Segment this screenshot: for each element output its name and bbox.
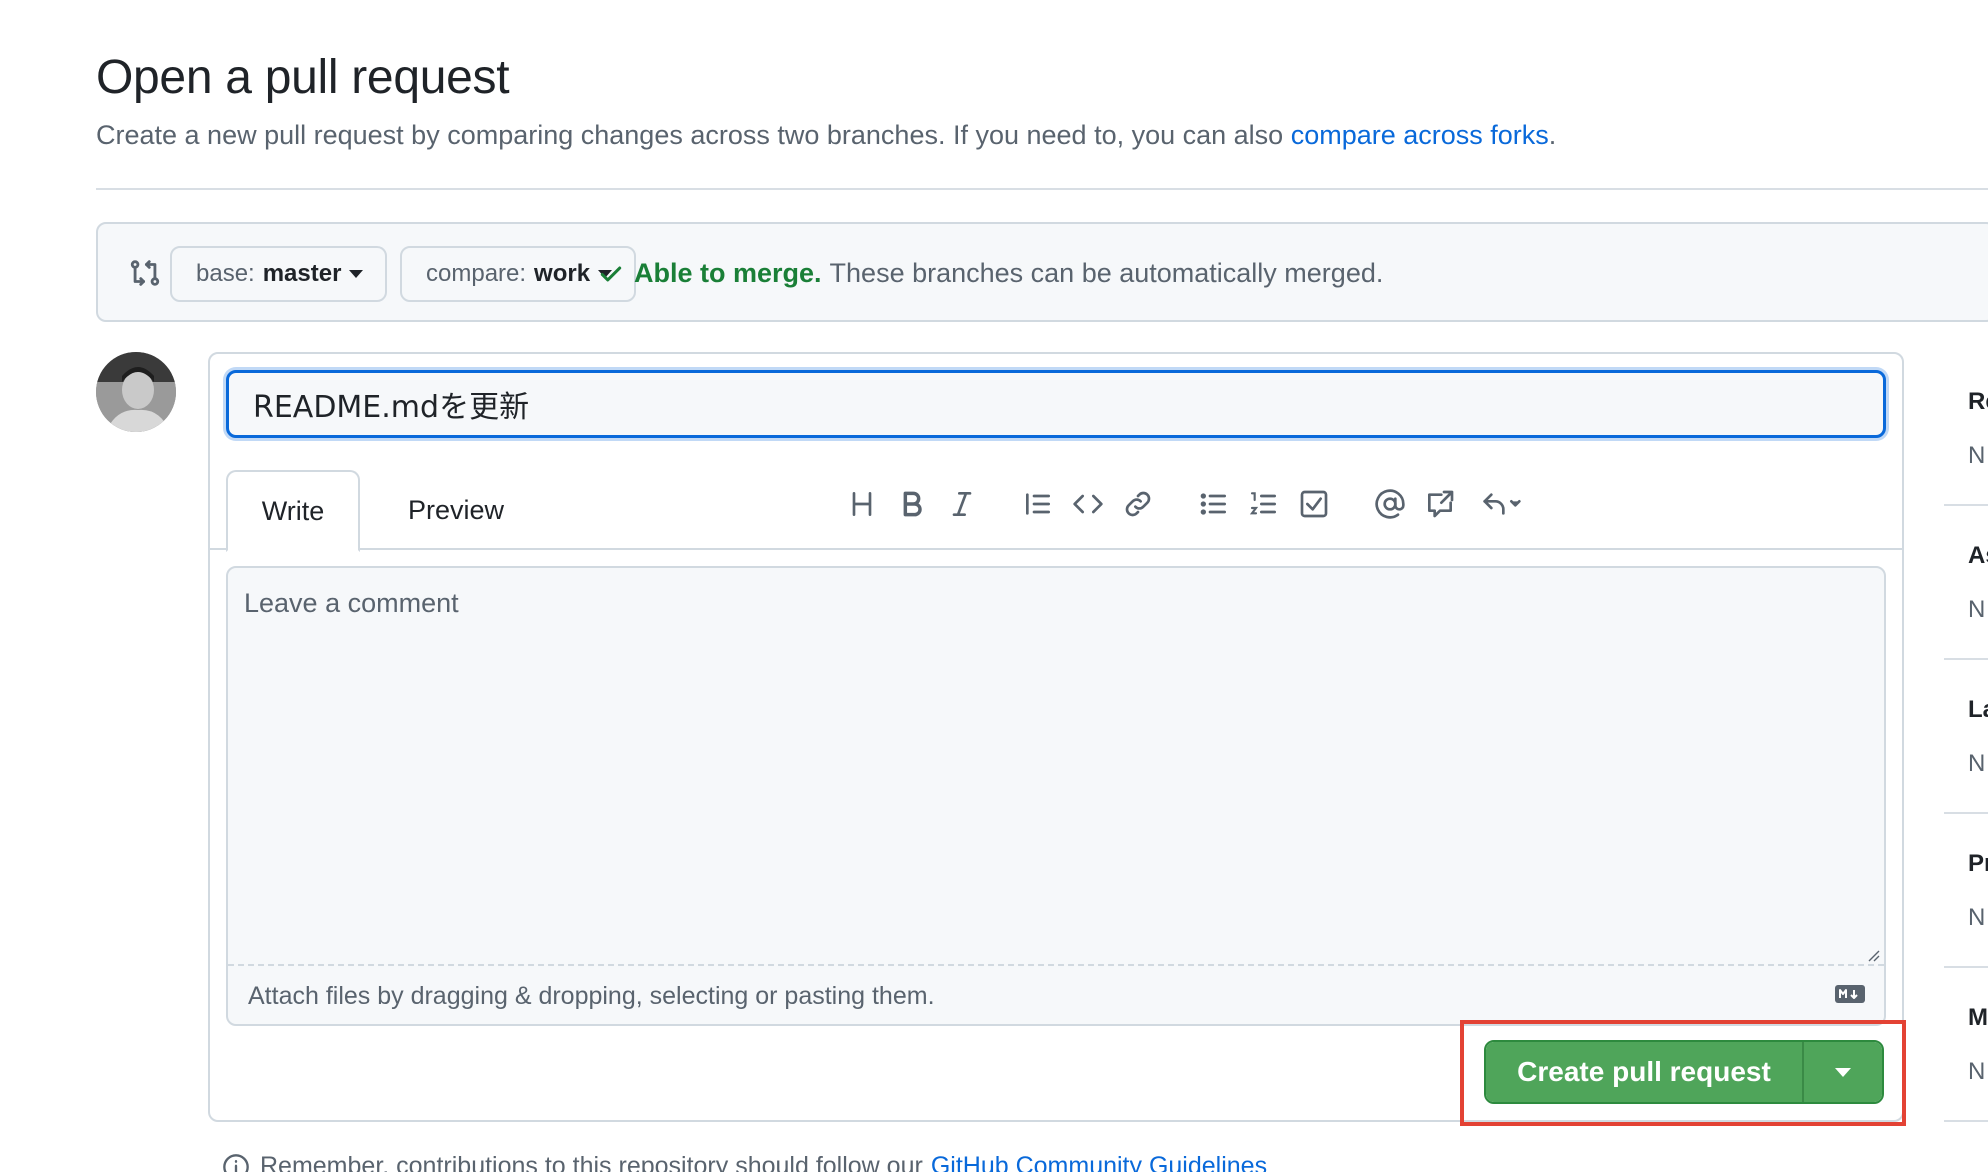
create-pr-options-button[interactable]: [1804, 1042, 1882, 1102]
sidebar-assignees-value: N: [1968, 596, 1986, 623]
tab-preview[interactable]: Preview: [386, 470, 526, 550]
base-branch-select[interactable]: base: master: [170, 246, 388, 302]
heading-icon[interactable]: [842, 484, 882, 524]
merge-status: Able to merge. These branches can be aut…: [598, 258, 1383, 289]
subtitle-text: Create a new pull request by comparing c…: [96, 120, 1291, 150]
subtitle-end: .: [1548, 120, 1557, 150]
page-subtitle: Create a new pull request by comparing c…: [96, 120, 1556, 151]
compare-across-forks-link[interactable]: compare across forks: [1291, 120, 1549, 150]
editor-tabs: Write Preview: [210, 470, 1902, 552]
create-pr-button-group: Create pull request: [1484, 1040, 1884, 1104]
compare-bar: base: master compare: work Able to merge…: [96, 222, 1988, 322]
community-guidelines-link[interactable]: GitHub Community Guidelines: [931, 1152, 1267, 1172]
sidebar-reviewers-value: N: [1968, 442, 1986, 469]
base-value: master: [262, 260, 342, 287]
bold-icon[interactable]: [892, 484, 932, 524]
link-icon[interactable]: [1118, 484, 1158, 524]
sidebar-divider: [1944, 812, 1988, 814]
mention-icon[interactable]: [1370, 484, 1410, 524]
sidebar-projects-heading[interactable]: Pr: [1968, 850, 1988, 878]
sidebar-reviewers-heading[interactable]: Re: [1968, 388, 1988, 416]
tab-write[interactable]: Write: [226, 470, 360, 552]
markdown-icon: [1835, 985, 1865, 1003]
sidebar-assignees-heading[interactable]: As: [1968, 542, 1988, 570]
compare-value: work: [534, 260, 591, 287]
sidebar-divider: [1944, 658, 1988, 660]
attach-files-text: Attach files by dragging & dropping, sel…: [248, 982, 935, 1010]
comment-placeholder: Leave a comment: [244, 588, 459, 618]
reply-icon[interactable]: [1472, 484, 1532, 524]
page-title: Open a pull request: [96, 51, 510, 104]
merge-status-text: These branches can be automatically merg…: [829, 258, 1384, 288]
base-label: base:: [196, 260, 255, 287]
sidebar-labels-heading[interactable]: La: [1968, 696, 1988, 724]
italic-icon[interactable]: [942, 484, 982, 524]
avatar: [96, 352, 176, 432]
sidebar-divider: [1944, 1120, 1988, 1122]
code-icon[interactable]: [1068, 484, 1108, 524]
chevron-down-icon: [1835, 1067, 1851, 1077]
sidebar-labels-value: N: [1968, 750, 1986, 777]
comment-textarea[interactable]: Leave a comment Attach files by dragging…: [226, 566, 1886, 1026]
chevron-down-icon: [349, 270, 364, 278]
pull-request-form: README.mdを更新 Write Preview Leave a comme…: [208, 352, 1904, 1122]
cross-reference-icon[interactable]: [1420, 484, 1460, 524]
pr-title-input[interactable]: README.mdを更新: [226, 370, 1886, 438]
info-icon: [223, 1153, 249, 1172]
sidebar-projects-value: N: [1968, 904, 1986, 931]
git-compare-icon: [130, 260, 160, 286]
sidebar-milestone-heading[interactable]: M: [1968, 1004, 1988, 1032]
resize-handle-icon[interactable]: [1864, 946, 1880, 962]
attach-files-strip[interactable]: Attach files by dragging & dropping, sel…: [228, 964, 1884, 1024]
sidebar-milestone-value: N: [1968, 1058, 1986, 1085]
sidebar-divider: [1944, 504, 1988, 506]
unordered-list-icon[interactable]: [1194, 484, 1234, 524]
header-divider: [96, 188, 1988, 190]
user-avatar-image: [96, 352, 176, 432]
merge-status-ok: Able to merge.: [634, 258, 822, 288]
ordered-list-icon[interactable]: [1244, 484, 1284, 524]
sidebar-divider: [1944, 966, 1988, 968]
create-pull-request-button[interactable]: Create pull request: [1486, 1042, 1804, 1102]
compare-label: compare:: [426, 260, 527, 287]
footer-text: Remember, contributions to this reposito…: [260, 1152, 923, 1172]
footer-note: Remember, contributions to this reposito…: [222, 1152, 1267, 1172]
quote-icon[interactable]: [1018, 484, 1058, 524]
task-list-icon[interactable]: [1294, 484, 1334, 524]
check-icon: [600, 266, 622, 281]
